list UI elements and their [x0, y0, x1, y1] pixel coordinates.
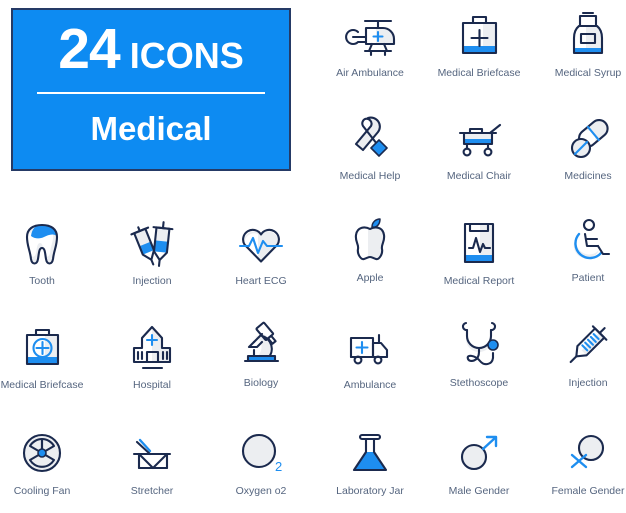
- icon-label: Cooling Fan: [13, 485, 71, 497]
- icon-label: Medicines: [564, 170, 612, 182]
- icon-cell-laboratory-jar[interactable]: Laboratory Jar: [318, 428, 422, 498]
- syrup-bottle-icon: [572, 11, 604, 55]
- helicopter-icon: [345, 19, 396, 57]
- icon-cell-medicines[interactable]: Medicines: [536, 113, 626, 183]
- stethoscope-icon: [461, 321, 499, 366]
- icon-label: Injection: [132, 275, 172, 287]
- stretcher-icon: [132, 438, 172, 470]
- briefcase-cross-icon: [461, 15, 498, 55]
- icon-cell-hospital[interactable]: Hospital: [100, 322, 204, 392]
- clipboard-ecg-icon: [463, 222, 495, 264]
- oxygen-badge-number: 2: [275, 459, 282, 474]
- icon-cell-male-gender[interactable]: Male Gender: [427, 428, 531, 498]
- awareness-ribbon-icon: [354, 116, 388, 157]
- single-syringe-icon: [569, 325, 608, 364]
- title-card: 24 ICONS Medical: [11, 8, 291, 171]
- ambulance-van-icon: [349, 333, 389, 365]
- oxygen-sphere-icon: 2: [241, 433, 282, 474]
- icon-cell-stethoscope[interactable]: Stethoscope: [427, 320, 531, 390]
- icon-cell-tooth[interactable]: Tooth: [0, 218, 94, 288]
- title-headline: 24 ICONS: [13, 21, 289, 78]
- icon-label: Apple: [356, 272, 384, 284]
- briefcase-circle-icon: [25, 328, 60, 366]
- icon-cell-air-ambulance[interactable]: Air Ambulance: [318, 10, 422, 80]
- icon-cell-apple[interactable]: Apple: [318, 215, 422, 285]
- icon-cell-medical-help[interactable]: Medical Help: [318, 113, 422, 183]
- icons-word: ICONS: [129, 35, 244, 76]
- icon-label: Medical Chair: [446, 170, 512, 182]
- wheelchair-icon: [573, 218, 611, 260]
- icon-label: Stethoscope: [449, 377, 509, 389]
- hospital-trolley-icon: [458, 123, 502, 157]
- icon-cell-medical-briefcase-top[interactable]: Medical Briefcase: [427, 10, 531, 80]
- icon-label: Medical Syrup: [554, 67, 622, 79]
- icon-label: Oxygen o2: [235, 485, 287, 497]
- icon-cell-female-gender[interactable]: Female Gender: [536, 428, 626, 498]
- icon-label: Female Gender: [551, 485, 625, 497]
- icon-cell-medical-syrup[interactable]: Medical Syrup: [536, 10, 626, 80]
- icon-cell-cooling-fan[interactable]: Cooling Fan: [0, 428, 94, 498]
- icon-cell-medical-report[interactable]: Medical Report: [427, 218, 531, 288]
- icon-cell-oxygen[interactable]: 2 Oxygen o2: [209, 428, 313, 498]
- microscope-icon: [243, 321, 280, 363]
- icon-label: Medical Briefcase: [437, 67, 521, 79]
- icon-label: Medical Report: [443, 275, 515, 287]
- icon-cell-heart-ecg[interactable]: Heart ECG: [209, 218, 313, 288]
- icon-label: Medical Help: [339, 170, 401, 182]
- icon-label: Air Ambulance: [336, 67, 404, 79]
- icon-sheet: 24 ICONS Medical Air Ambulance Medical B…: [0, 0, 626, 513]
- title-subtitle: Medical: [90, 110, 212, 147]
- icon-label: Hospital: [133, 379, 171, 391]
- icon-cell-medical-briefcase-2[interactable]: Medical Briefcase: [0, 322, 94, 392]
- icon-cell-injection-two[interactable]: Injection: [100, 218, 204, 288]
- icon-label: Laboratory Jar: [336, 485, 404, 497]
- lab-flask-icon: [352, 433, 388, 472]
- tooth-icon: [25, 223, 59, 265]
- icon-label: Injection: [568, 377, 608, 389]
- male-symbol-icon: [460, 435, 498, 471]
- icon-label: Biology: [243, 377, 279, 389]
- radiation-symbol-icon: [22, 433, 62, 473]
- icon-label: Tooth: [29, 275, 55, 287]
- icon-label: Patient: [571, 272, 605, 284]
- hospital-building-icon: [132, 325, 172, 370]
- icon-label: Ambulance: [343, 379, 397, 391]
- icon-label: Stretcher: [130, 485, 174, 497]
- icon-cell-stretcher[interactable]: Stretcher: [100, 428, 204, 498]
- pills-capsule-icon: [570, 119, 609, 159]
- icon-label: Heart ECG: [235, 275, 287, 287]
- icon-cell-patient[interactable]: Patient: [536, 215, 626, 285]
- icon-cell-medical-chair[interactable]: Medical Chair: [427, 113, 531, 183]
- title-divider: [37, 92, 265, 94]
- icon-cell-biology[interactable]: Biology: [209, 320, 313, 390]
- two-syringes-icon: [130, 221, 174, 267]
- heart-ecg-icon: [238, 228, 284, 263]
- icon-label: Medical Briefcase: [0, 379, 84, 391]
- female-symbol-icon: [570, 434, 605, 469]
- apple-fruit-icon: [354, 218, 386, 261]
- icon-count: 24: [58, 17, 120, 81]
- icon-cell-ambulance[interactable]: Ambulance: [318, 322, 422, 392]
- icon-label: Male Gender: [448, 485, 510, 497]
- icon-cell-injection-single[interactable]: Injection: [536, 320, 626, 390]
